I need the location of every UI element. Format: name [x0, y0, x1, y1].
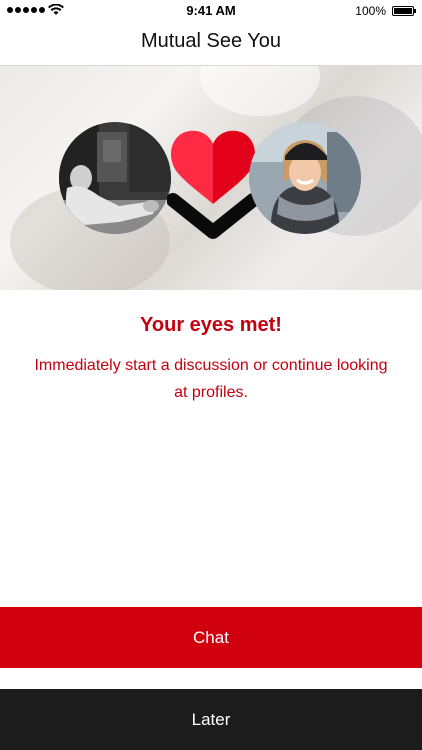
battery-percentage: 100%: [355, 4, 386, 18]
match-hero-banner: [0, 66, 422, 290]
page-title: Mutual See You: [140, 30, 282, 52]
heart-match-icon: [167, 130, 259, 239]
chat-button[interactable]: Chat: [0, 607, 422, 668]
later-button[interactable]: Later: [0, 689, 422, 750]
match-message: Immediately start a discussion or contin…: [34, 357, 388, 401]
match-title: Your eyes met!: [140, 314, 282, 336]
user-photo-left: [59, 122, 171, 234]
user-photo-right: [249, 122, 361, 234]
battery-icon: [392, 6, 416, 16]
status-bar: 9:41 AM 100%: [0, 0, 422, 22]
navigation-bar: Mutual See You: [0, 22, 422, 66]
